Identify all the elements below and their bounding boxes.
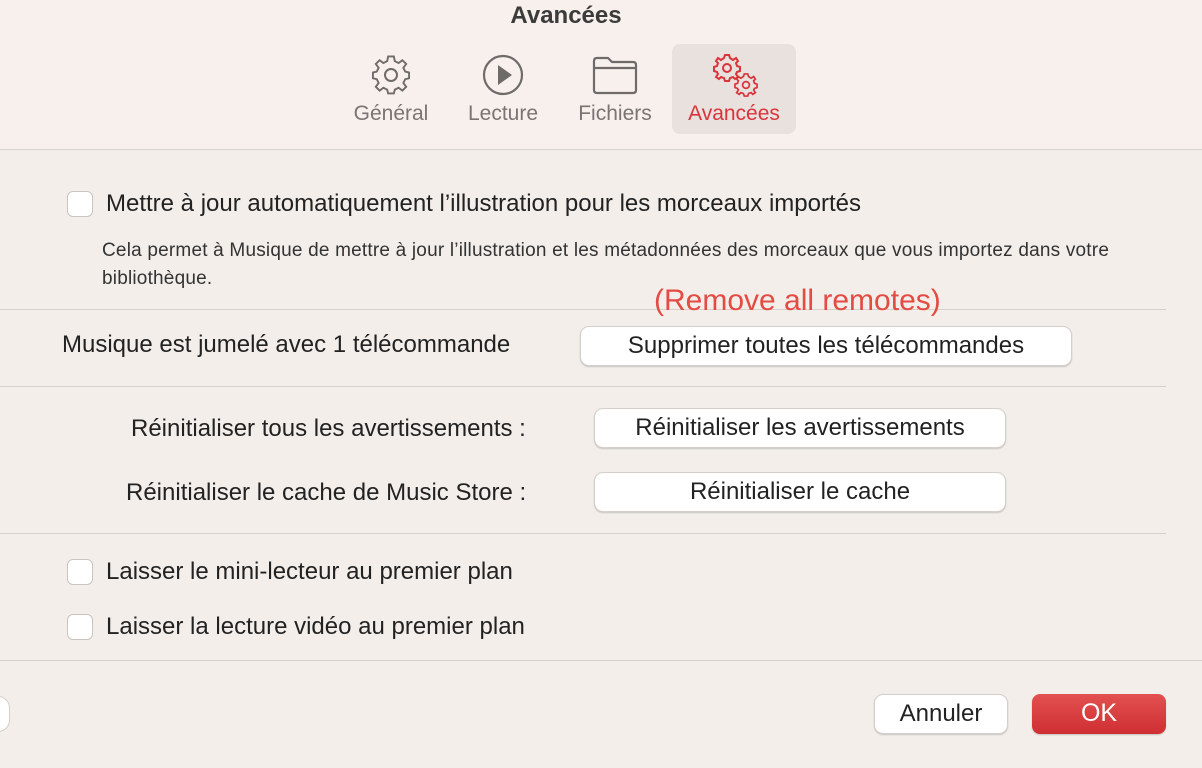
tab-label: Fichiers bbox=[578, 102, 652, 125]
separator bbox=[0, 309, 1166, 310]
reset-warnings-button[interactable]: Réinitialiser les avertissements bbox=[594, 408, 1006, 448]
reset-cache-button[interactable]: Réinitialiser le cache bbox=[594, 472, 1006, 512]
tab-fichiers[interactable]: Fichiers bbox=[565, 44, 665, 134]
remove-all-remotes-button[interactable]: Supprimer toutes les télécommandes bbox=[580, 326, 1072, 366]
ok-button[interactable]: OK bbox=[1032, 694, 1166, 734]
auto-artwork-checkbox[interactable] bbox=[67, 191, 93, 217]
mini-player-on-top-checkbox[interactable] bbox=[67, 559, 93, 585]
cancel-button[interactable]: Annuler bbox=[874, 694, 1008, 734]
folder-icon bbox=[592, 56, 638, 95]
tab-avancees[interactable]: Avancées bbox=[672, 44, 796, 134]
tab-label: Avancées bbox=[688, 102, 780, 125]
help-button[interactable] bbox=[0, 696, 10, 732]
tab-general[interactable]: Général bbox=[341, 44, 441, 134]
tab-label: Général bbox=[353, 102, 429, 125]
gears-icon bbox=[713, 54, 758, 97]
gear-icon bbox=[371, 55, 411, 95]
window-title: Avancées bbox=[510, 2, 622, 29]
video-on-top-label[interactable]: Laisser la lecture vidéo au premier plan bbox=[106, 613, 525, 641]
mini-player-on-top-label[interactable]: Laisser le mini-lecteur au premier plan bbox=[106, 558, 513, 586]
tab-label: Lecture bbox=[467, 102, 539, 125]
auto-artwork-label[interactable]: Mettre à jour automatiquement l’illustra… bbox=[106, 190, 861, 218]
toolbar: Avancées Général Lecture Fichiers Avancé… bbox=[0, 0, 1202, 150]
separator bbox=[0, 386, 1166, 387]
separator bbox=[0, 660, 1202, 661]
remotes-status-label: Musique est jumelé avec 1 télécommande bbox=[62, 331, 511, 358]
reset-warnings-label: Réinitialiser tous les avertissements : bbox=[131, 415, 526, 442]
separator bbox=[0, 533, 1166, 534]
video-on-top-checkbox[interactable] bbox=[67, 614, 93, 640]
annotation-label: (Remove all remotes) bbox=[654, 284, 941, 317]
auto-artwork-description: Cela permet à Musique de mettre à jour l… bbox=[102, 240, 1110, 289]
tab-lecture[interactable]: Lecture bbox=[455, 44, 551, 134]
reset-cache-label: Réinitialiser le cache de Music Store : bbox=[126, 479, 527, 506]
play-circle-icon bbox=[482, 54, 524, 96]
